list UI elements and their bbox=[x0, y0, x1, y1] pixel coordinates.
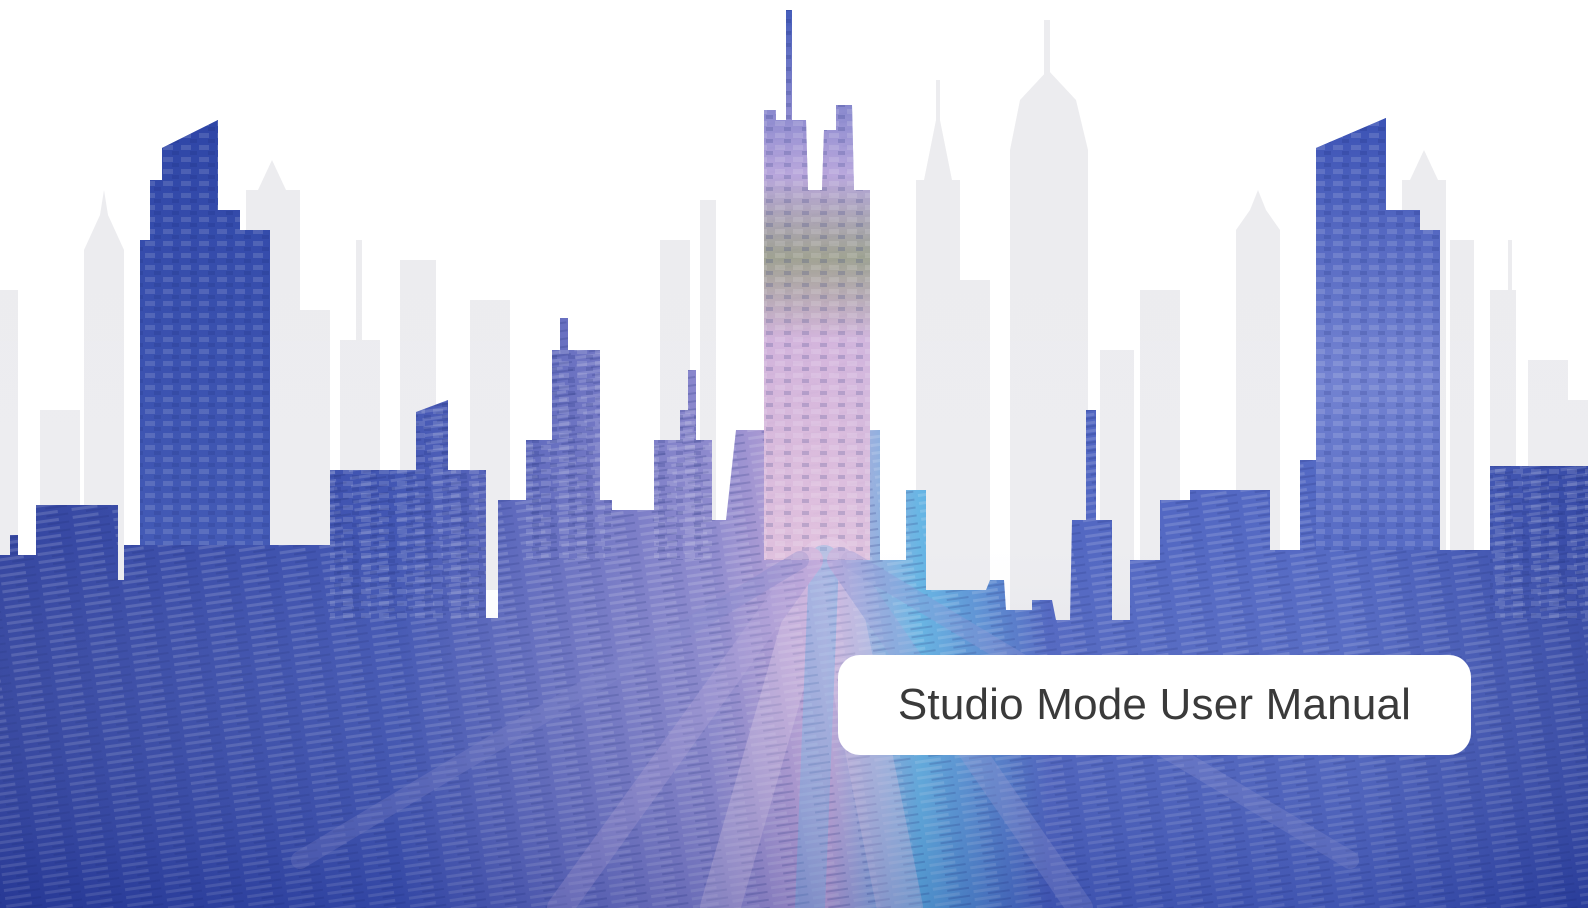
document-title: Studio Mode User Manual bbox=[897, 680, 1412, 729]
city-skyline-artwork bbox=[0, 0, 1588, 908]
city-foreground bbox=[0, 0, 1588, 908]
manual-cover: Studio Mode User Manual bbox=[0, 0, 1588, 908]
title-label-box: Studio Mode User Manual bbox=[838, 655, 1471, 755]
